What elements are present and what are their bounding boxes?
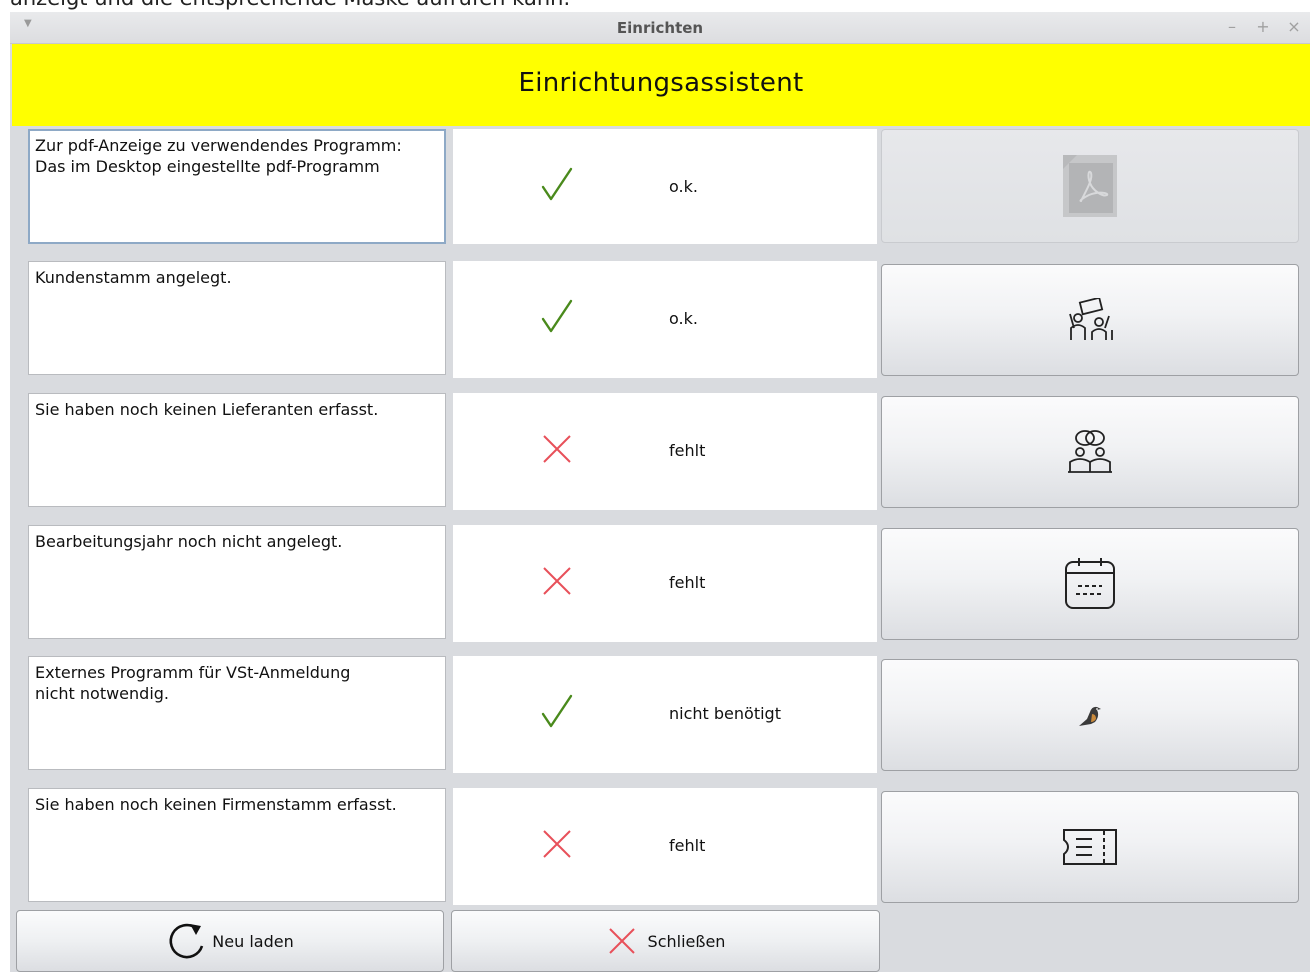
status-cell: o.k. — [453, 261, 877, 378]
suppliers-icon — [1068, 430, 1112, 473]
reload-label: Neu laden — [212, 931, 294, 951]
reload-button[interactable]: Neu laden — [16, 910, 444, 972]
cross-icon — [543, 830, 571, 858]
status-text: o.k. — [669, 177, 698, 196]
status-text: nicht benötigt — [669, 704, 781, 723]
setup-row-vat: Externes Programm für VSt-Anmeldung nich… — [10, 656, 1310, 773]
page-text-snippet: anzeigt und die entsprechende Maske aufr… — [0, 0, 1310, 12]
calendar-icon — [1065, 558, 1115, 609]
status-cell: fehlt — [453, 393, 877, 510]
vat-program-button[interactable] — [881, 659, 1299, 771]
company-card-icon — [1063, 829, 1117, 865]
status-cell: fehlt — [453, 525, 877, 642]
setup-row-year: Bearbeitungsjahr noch nicht angelegt. fe… — [10, 525, 1310, 642]
customers-icon — [1069, 298, 1113, 340]
reload-icon — [169, 923, 204, 959]
customers-button[interactable] — [881, 264, 1299, 376]
suppliers-button[interactable] — [881, 396, 1299, 508]
minimize-button[interactable]: – — [1224, 17, 1240, 36]
description-field[interactable]: Sie haben noch keinen Lieferanten erfass… — [28, 393, 446, 507]
check-icon — [541, 694, 573, 728]
setup-window: ▼ Einrichten – + × Einrichtungsassistent… — [10, 12, 1310, 972]
maximize-button[interactable]: + — [1255, 17, 1271, 36]
wizard-title: Einrichtungsassistent — [518, 68, 804, 98]
check-icon — [541, 167, 573, 201]
description-field[interactable]: Kundenstamm angelegt. — [28, 261, 446, 375]
status-text: o.k. — [669, 309, 698, 328]
setup-row-customers: Kundenstamm angelegt. o.k. — [10, 261, 1310, 378]
description-field[interactable]: Zur pdf-Anzeige zu verwendendes Programm… — [28, 129, 446, 244]
cross-icon — [543, 567, 571, 595]
close-window-button[interactable]: × — [1286, 17, 1302, 36]
status-cell: nicht benötigt — [453, 656, 877, 773]
close-label: Schließen — [647, 931, 726, 951]
close-icon — [608, 928, 635, 954]
window-title: Einrichten — [616, 19, 704, 37]
setup-row-company: Sie haben noch keinen Firmenstamm erfass… — [10, 788, 1310, 905]
status-text: fehlt — [669, 573, 706, 592]
company-button[interactable] — [881, 791, 1299, 903]
cross-icon — [543, 435, 571, 463]
description-field[interactable]: Externes Programm für VSt-Anmeldung nich… — [28, 656, 446, 770]
title-bar: ▼ Einrichten – + × — [10, 12, 1310, 44]
close-button[interactable]: Schließen — [451, 910, 880, 972]
status-cell: fehlt — [453, 788, 877, 905]
setup-row-pdf: Zur pdf-Anzeige zu verwendendes Programm… — [10, 129, 1310, 244]
bird-icon — [1079, 706, 1101, 726]
status-cell: o.k. — [453, 129, 877, 244]
description-field[interactable]: Sie haben noch keinen Firmenstamm erfass… — [28, 788, 446, 902]
status-text: fehlt — [669, 441, 706, 460]
fiscal-year-button[interactable] — [881, 528, 1299, 640]
status-text: fehlt — [669, 836, 706, 855]
description-field[interactable]: Bearbeitungsjahr noch nicht angelegt. — [28, 525, 446, 639]
pdf-program-button[interactable] — [881, 129, 1299, 243]
check-icon — [541, 299, 573, 333]
wizard-banner: Einrichtungsassistent — [12, 44, 1310, 126]
pdf-document-icon — [1063, 155, 1117, 217]
setup-row-suppliers: Sie haben noch keinen Lieferanten erfass… — [10, 393, 1310, 510]
